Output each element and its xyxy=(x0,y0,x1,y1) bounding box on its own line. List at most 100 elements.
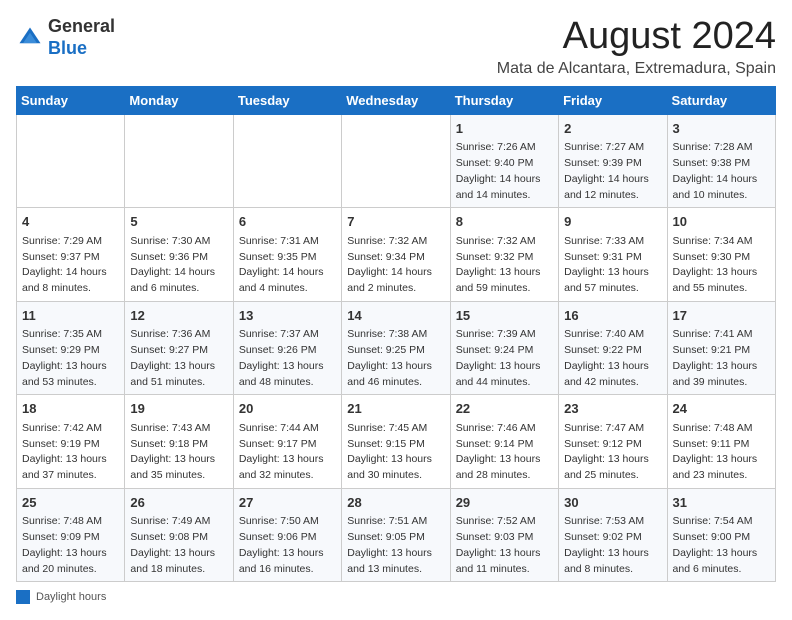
day-number: 10 xyxy=(673,212,770,232)
calendar-cell: 10Sunrise: 7:34 AM Sunset: 9:30 PM Dayli… xyxy=(667,208,775,302)
legend-color-box xyxy=(16,590,30,604)
day-number: 21 xyxy=(347,399,444,419)
calendar-cell: 16Sunrise: 7:40 AM Sunset: 9:22 PM Dayli… xyxy=(559,301,667,395)
day-number: 18 xyxy=(22,399,119,419)
calendar-cell: 9Sunrise: 7:33 AM Sunset: 9:31 PM Daylig… xyxy=(559,208,667,302)
day-info: Sunrise: 7:52 AM Sunset: 9:03 PM Dayligh… xyxy=(456,514,553,577)
day-number: 28 xyxy=(347,493,444,513)
calendar-cell: 2Sunrise: 7:27 AM Sunset: 9:39 PM Daylig… xyxy=(559,114,667,208)
day-number: 11 xyxy=(22,306,119,326)
calendar-week-row: 1Sunrise: 7:26 AM Sunset: 9:40 PM Daylig… xyxy=(17,114,776,208)
day-number: 8 xyxy=(456,212,553,232)
day-number: 20 xyxy=(239,399,336,419)
day-info: Sunrise: 7:34 AM Sunset: 9:30 PM Dayligh… xyxy=(673,234,770,297)
day-info: Sunrise: 7:51 AM Sunset: 9:05 PM Dayligh… xyxy=(347,514,444,577)
day-number: 4 xyxy=(22,212,119,232)
calendar-cell: 11Sunrise: 7:35 AM Sunset: 9:29 PM Dayli… xyxy=(17,301,125,395)
day-info: Sunrise: 7:36 AM Sunset: 9:27 PM Dayligh… xyxy=(130,327,227,390)
calendar-cell: 29Sunrise: 7:52 AM Sunset: 9:03 PM Dayli… xyxy=(450,488,558,582)
calendar-week-row: 18Sunrise: 7:42 AM Sunset: 9:19 PM Dayli… xyxy=(17,395,776,489)
calendar-cell: 8Sunrise: 7:32 AM Sunset: 9:32 PM Daylig… xyxy=(450,208,558,302)
day-info: Sunrise: 7:27 AM Sunset: 9:39 PM Dayligh… xyxy=(564,140,661,203)
day-number: 16 xyxy=(564,306,661,326)
calendar-cell: 23Sunrise: 7:47 AM Sunset: 9:12 PM Dayli… xyxy=(559,395,667,489)
legend: Daylight hours xyxy=(16,590,776,604)
calendar-cell: 27Sunrise: 7:50 AM Sunset: 9:06 PM Dayli… xyxy=(233,488,341,582)
calendar-cell xyxy=(125,114,233,208)
calendar-cell: 20Sunrise: 7:44 AM Sunset: 9:17 PM Dayli… xyxy=(233,395,341,489)
calendar-cell: 15Sunrise: 7:39 AM Sunset: 9:24 PM Dayli… xyxy=(450,301,558,395)
calendar-week-row: 11Sunrise: 7:35 AM Sunset: 9:29 PM Dayli… xyxy=(17,301,776,395)
calendar-cell xyxy=(17,114,125,208)
day-number: 5 xyxy=(130,212,227,232)
day-number: 14 xyxy=(347,306,444,326)
location-subtitle: Mata de Alcantara, Extremadura, Spain xyxy=(497,60,776,78)
calendar-cell: 12Sunrise: 7:36 AM Sunset: 9:27 PM Dayli… xyxy=(125,301,233,395)
calendar-cell: 13Sunrise: 7:37 AM Sunset: 9:26 PM Dayli… xyxy=(233,301,341,395)
calendar-header-row: SundayMondayTuesdayWednesdayThursdayFrid… xyxy=(17,86,776,114)
day-info: Sunrise: 7:53 AM Sunset: 9:02 PM Dayligh… xyxy=(564,514,661,577)
page-header: General Blue August 2024 Mata de Alcanta… xyxy=(16,16,776,78)
day-info: Sunrise: 7:54 AM Sunset: 9:00 PM Dayligh… xyxy=(673,514,770,577)
logo-icon xyxy=(16,24,44,52)
calendar-week-row: 4Sunrise: 7:29 AM Sunset: 9:37 PM Daylig… xyxy=(17,208,776,302)
day-info: Sunrise: 7:47 AM Sunset: 9:12 PM Dayligh… xyxy=(564,421,661,484)
day-number: 24 xyxy=(673,399,770,419)
legend-label: Daylight hours xyxy=(36,591,106,603)
day-number: 30 xyxy=(564,493,661,513)
calendar-day-header: Saturday xyxy=(667,86,775,114)
day-info: Sunrise: 7:26 AM Sunset: 9:40 PM Dayligh… xyxy=(456,140,553,203)
day-number: 3 xyxy=(673,119,770,139)
day-number: 22 xyxy=(456,399,553,419)
calendar-week-row: 25Sunrise: 7:48 AM Sunset: 9:09 PM Dayli… xyxy=(17,488,776,582)
day-info: Sunrise: 7:44 AM Sunset: 9:17 PM Dayligh… xyxy=(239,421,336,484)
calendar-cell: 1Sunrise: 7:26 AM Sunset: 9:40 PM Daylig… xyxy=(450,114,558,208)
day-number: 1 xyxy=(456,119,553,139)
calendar-cell: 24Sunrise: 7:48 AM Sunset: 9:11 PM Dayli… xyxy=(667,395,775,489)
day-info: Sunrise: 7:39 AM Sunset: 9:24 PM Dayligh… xyxy=(456,327,553,390)
day-info: Sunrise: 7:35 AM Sunset: 9:29 PM Dayligh… xyxy=(22,327,119,390)
day-info: Sunrise: 7:48 AM Sunset: 9:09 PM Dayligh… xyxy=(22,514,119,577)
main-title: August 2024 xyxy=(497,16,776,58)
calendar-day-header: Thursday xyxy=(450,86,558,114)
calendar-day-header: Monday xyxy=(125,86,233,114)
day-info: Sunrise: 7:46 AM Sunset: 9:14 PM Dayligh… xyxy=(456,421,553,484)
calendar-cell: 14Sunrise: 7:38 AM Sunset: 9:25 PM Dayli… xyxy=(342,301,450,395)
calendar-day-header: Friday xyxy=(559,86,667,114)
logo-blue-text: Blue xyxy=(48,38,87,58)
calendar-cell: 7Sunrise: 7:32 AM Sunset: 9:34 PM Daylig… xyxy=(342,208,450,302)
calendar-cell xyxy=(233,114,341,208)
day-number: 31 xyxy=(673,493,770,513)
day-info: Sunrise: 7:28 AM Sunset: 9:38 PM Dayligh… xyxy=(673,140,770,203)
day-info: Sunrise: 7:49 AM Sunset: 9:08 PM Dayligh… xyxy=(130,514,227,577)
day-number: 17 xyxy=(673,306,770,326)
logo-general-text: General xyxy=(48,16,115,36)
calendar-cell: 18Sunrise: 7:42 AM Sunset: 9:19 PM Dayli… xyxy=(17,395,125,489)
day-info: Sunrise: 7:38 AM Sunset: 9:25 PM Dayligh… xyxy=(347,327,444,390)
calendar-cell: 26Sunrise: 7:49 AM Sunset: 9:08 PM Dayli… xyxy=(125,488,233,582)
day-info: Sunrise: 7:30 AM Sunset: 9:36 PM Dayligh… xyxy=(130,234,227,297)
day-info: Sunrise: 7:48 AM Sunset: 9:11 PM Dayligh… xyxy=(673,421,770,484)
calendar-cell: 19Sunrise: 7:43 AM Sunset: 9:18 PM Dayli… xyxy=(125,395,233,489)
day-number: 13 xyxy=(239,306,336,326)
day-number: 29 xyxy=(456,493,553,513)
day-number: 25 xyxy=(22,493,119,513)
calendar-day-header: Wednesday xyxy=(342,86,450,114)
day-number: 27 xyxy=(239,493,336,513)
logo: General Blue xyxy=(16,16,115,59)
day-info: Sunrise: 7:37 AM Sunset: 9:26 PM Dayligh… xyxy=(239,327,336,390)
day-info: Sunrise: 7:45 AM Sunset: 9:15 PM Dayligh… xyxy=(347,421,444,484)
calendar-cell: 5Sunrise: 7:30 AM Sunset: 9:36 PM Daylig… xyxy=(125,208,233,302)
calendar-cell: 30Sunrise: 7:53 AM Sunset: 9:02 PM Dayli… xyxy=(559,488,667,582)
day-info: Sunrise: 7:41 AM Sunset: 9:21 PM Dayligh… xyxy=(673,327,770,390)
calendar-cell: 4Sunrise: 7:29 AM Sunset: 9:37 PM Daylig… xyxy=(17,208,125,302)
day-info: Sunrise: 7:33 AM Sunset: 9:31 PM Dayligh… xyxy=(564,234,661,297)
calendar-cell: 6Sunrise: 7:31 AM Sunset: 9:35 PM Daylig… xyxy=(233,208,341,302)
calendar-cell: 3Sunrise: 7:28 AM Sunset: 9:38 PM Daylig… xyxy=(667,114,775,208)
day-info: Sunrise: 7:40 AM Sunset: 9:22 PM Dayligh… xyxy=(564,327,661,390)
day-info: Sunrise: 7:32 AM Sunset: 9:34 PM Dayligh… xyxy=(347,234,444,297)
day-number: 23 xyxy=(564,399,661,419)
calendar-cell: 21Sunrise: 7:45 AM Sunset: 9:15 PM Dayli… xyxy=(342,395,450,489)
calendar-cell xyxy=(342,114,450,208)
day-info: Sunrise: 7:43 AM Sunset: 9:18 PM Dayligh… xyxy=(130,421,227,484)
